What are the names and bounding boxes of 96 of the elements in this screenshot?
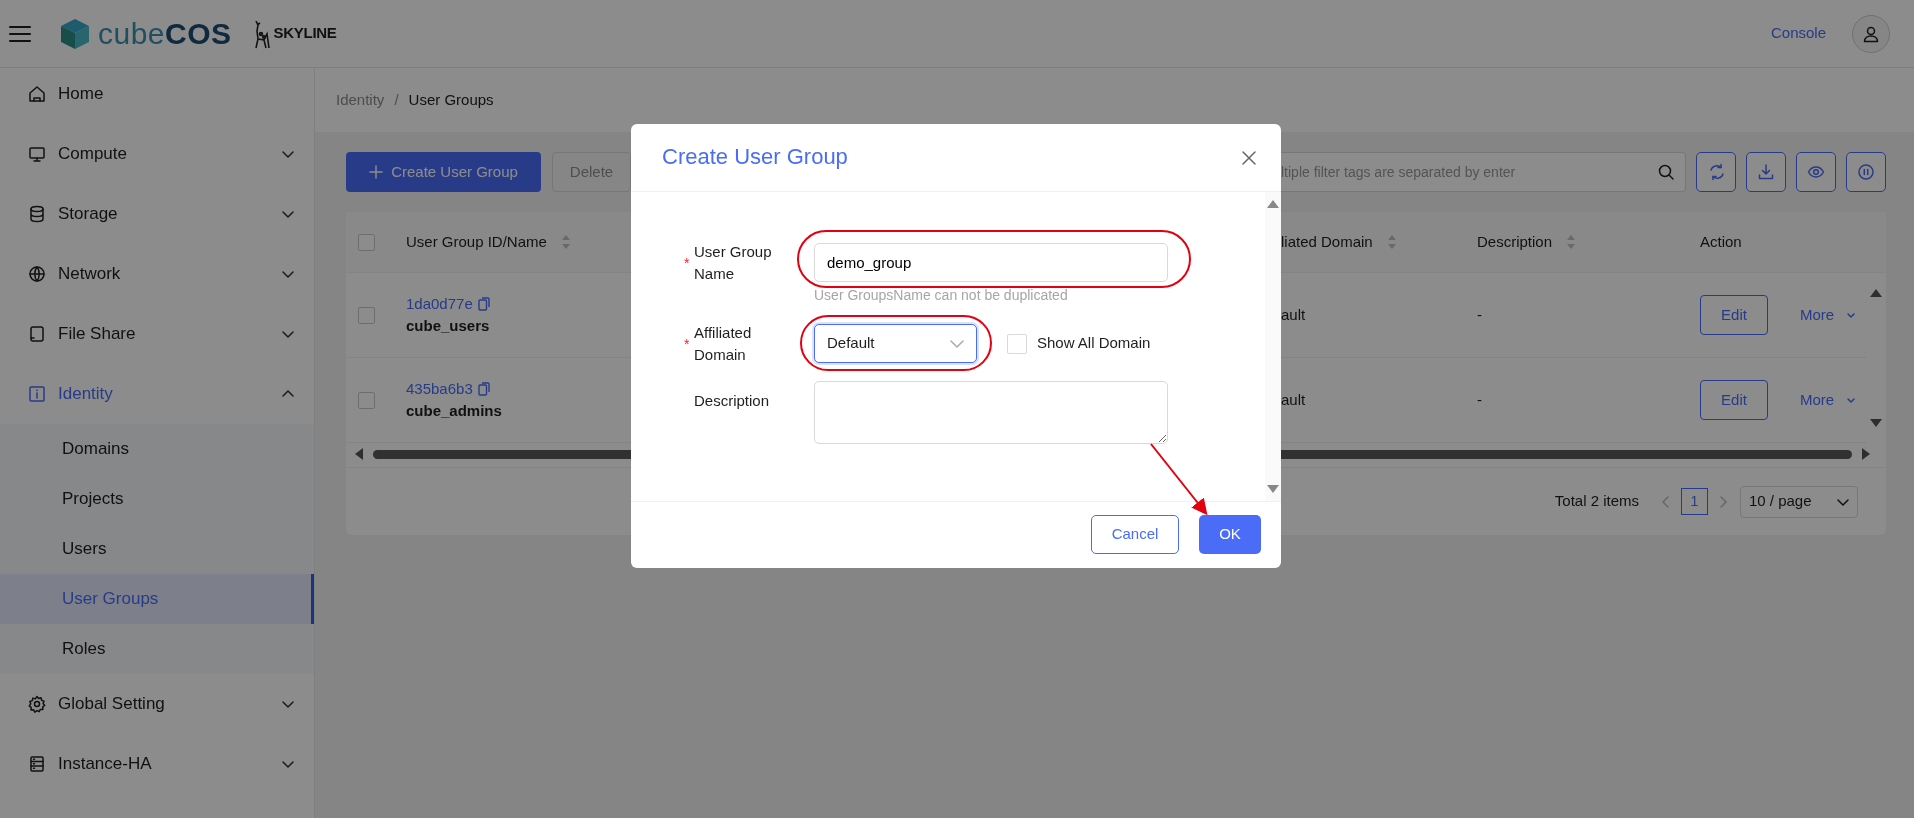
sort-icon[interactable] [1386,234,1397,250]
field-label: User Group Name [694,241,773,284]
sidebar-item[interactable]: Storage [0,188,314,240]
group-id-link[interactable]: 1da0d77e [406,292,473,315]
table-cell-text: - [1477,304,1482,325]
server-icon [28,755,46,773]
sidebar-subitem[interactable]: Users [0,524,314,574]
sidebar-item[interactable]: Global Setting [0,678,314,730]
user-icon [1862,24,1880,43]
close-icon [1241,149,1257,166]
cube-logo-icon [60,17,90,50]
page-button[interactable]: 1 [1681,488,1708,515]
view-button[interactable] [1796,152,1836,192]
sidebar-subitem[interactable]: Roles [0,624,314,674]
refresh-icon [1707,163,1725,181]
next-icon[interactable] [1718,494,1728,509]
plus-icon [369,165,384,179]
column-header: Action [1700,231,1742,252]
edit-button[interactable]: Edit [1700,380,1768,420]
sidebar-subitem[interactable]: Projects [0,474,314,524]
sidebar-item[interactable]: Network [0,248,314,300]
download-button[interactable] [1746,152,1786,192]
download-icon [1757,163,1775,181]
column-header[interactable]: User Group ID/Name [406,230,547,254]
group-name: cube_admins [406,401,502,421]
database-icon [28,205,46,223]
group-name: cube_users [406,316,490,336]
table-cell-text: ault [1281,389,1306,410]
copy-icon[interactable] [477,296,490,311]
table-cell-text: ault [1281,304,1306,325]
more-dropdown[interactable]: More [1800,303,1857,327]
scroll-right-icon[interactable] [1862,448,1870,460]
edit-button[interactable]: Edit [1700,295,1768,335]
scroll-down-icon[interactable] [1267,485,1279,493]
monitor-icon [28,145,46,163]
scroll-down-icon[interactable] [1870,419,1882,427]
checkbox[interactable] [358,233,375,251]
menu-icon[interactable] [8,23,32,44]
create-button[interactable]: Create User Group [346,152,541,192]
gear-icon [28,695,46,713]
home-icon [28,85,46,103]
more-dropdown[interactable]: More [1800,388,1857,412]
sidebar-item[interactable]: Identity [0,368,314,420]
dialog-title: Create User Group [662,144,848,171]
help-text: User GroupsName can not be duplicated [814,286,1069,305]
checkbox[interactable] [1007,333,1027,354]
checkbox-label[interactable]: Show All Domain [1037,332,1151,355]
breadcrumb-item: User Groups [408,89,494,110]
scroll-up-icon[interactable] [1870,289,1882,297]
domain-select[interactable]: Default [814,324,977,363]
ok-button[interactable]: OK [1199,515,1261,554]
name-input-field[interactable]: demo_group [814,243,1168,282]
chevron-icon [1846,310,1857,320]
eye-icon [1807,163,1825,181]
total-count: Total 2 items [1554,491,1639,512]
search-field[interactable]: ltiple filter tags are separated by enter [1281,152,1686,192]
search-icon [1658,164,1674,180]
cancel-button[interactable]: Cancel [1091,515,1179,554]
previous-icon[interactable] [1661,494,1671,509]
scroll-left-icon[interactable] [355,448,363,460]
column-header[interactable]: liated Domain [1281,230,1373,254]
info-icon [28,385,46,403]
refresh-button[interactable] [1696,152,1736,192]
pause-button[interactable] [1846,152,1886,192]
brand-name: cubeCOS [98,16,232,52]
description-field[interactable] [814,381,1168,444]
sidebar-item[interactable]: Instance-HA [0,738,314,790]
copy-icon[interactable] [477,381,490,396]
checkbox[interactable] [358,391,375,409]
sidebar-item[interactable]: File Share [0,308,314,360]
sort-icon[interactable] [1566,234,1577,250]
chevron-icon [950,338,964,349]
tablet-icon [28,325,46,343]
required-mark: * [684,253,691,273]
sidebar-item[interactable]: Home [0,68,314,120]
sidebar-subitem[interactable]: Domains [0,424,314,474]
field-label: Description [694,390,771,411]
chevron-icon [1846,395,1857,405]
scroll-up-icon[interactable] [1267,200,1279,208]
globe-icon [28,265,46,283]
partner-logo-text: SKYLINE [273,23,337,44]
required-mark: * [684,334,691,354]
chevron-icon [1837,496,1849,507]
sidebar-item[interactable]: Compute [0,128,314,180]
group-id-link[interactable]: 435ba6b3 [406,377,473,400]
console-link[interactable]: Console [1770,22,1826,45]
sort-icon[interactable] [560,234,571,250]
close-button[interactable] [1241,149,1257,166]
page-size-select[interactable]: 10 / page [1740,485,1858,518]
pause-icon [1857,163,1875,181]
avatar-button[interactable] [1852,14,1890,53]
table-cell-text: - [1477,389,1482,410]
column-header[interactable]: Description [1477,230,1553,254]
breadcrumb-separator: / [394,89,399,110]
checkbox[interactable] [358,306,375,324]
field-label: Affiliated Domain [694,322,753,365]
